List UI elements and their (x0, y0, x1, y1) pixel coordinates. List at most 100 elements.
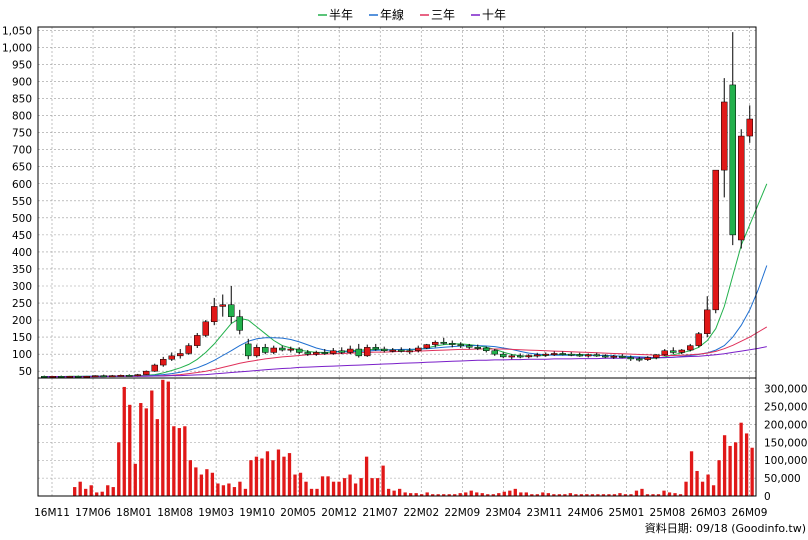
candle-body (466, 345, 473, 348)
candle-body (347, 348, 354, 353)
volume-bar (100, 491, 104, 496)
candle-body (457, 344, 464, 347)
candle-body (449, 342, 456, 345)
volume-bar (425, 492, 429, 496)
candle-body (559, 353, 566, 355)
candle-body (627, 357, 634, 360)
candle-body (372, 347, 379, 350)
candle-body (508, 355, 515, 358)
volume-bar (199, 474, 204, 496)
volume-bar (331, 481, 336, 496)
volume-bar (733, 442, 738, 496)
volume-bar (78, 481, 82, 496)
price-tick-label: 1,050 (2, 25, 32, 37)
candle-body (406, 350, 413, 353)
candle-body (253, 347, 260, 357)
volume-bar (221, 485, 226, 496)
candle-body (602, 355, 609, 358)
volume-bar (304, 481, 308, 496)
volume-bar (337, 481, 341, 496)
candle-body (245, 343, 252, 357)
price-tick-label: 1,000 (2, 42, 32, 54)
volume-bar (315, 488, 319, 496)
volume-bar (166, 381, 170, 496)
volume-bar (298, 472, 303, 496)
volume-bar (700, 481, 705, 496)
price-tick-label: 650 (12, 162, 32, 174)
x-tick-label: 23M04 (485, 507, 521, 519)
candle-body (576, 354, 583, 357)
candle-body (551, 353, 558, 355)
volume-tick-label: 100,000 (764, 455, 807, 467)
candle-body (712, 169, 719, 311)
volume-bar (359, 478, 363, 496)
volume-bar (375, 478, 380, 496)
candle-body (483, 347, 490, 351)
x-tick-label: 20M05 (280, 507, 316, 519)
volume-bar (106, 485, 110, 496)
candle-body (75, 376, 82, 378)
volume-bar (249, 460, 253, 496)
candle-body (134, 374, 141, 377)
candle-body (338, 350, 345, 353)
candle-body (525, 355, 532, 358)
volume-bar (475, 492, 479, 496)
candle-body (313, 352, 320, 355)
volume-bar (722, 435, 727, 496)
volume-y-axis: 0 50,000 100,000 150,000 200,000 250,000 300,0… (764, 384, 807, 503)
candle-body (746, 118, 753, 137)
candle-body (262, 347, 269, 353)
source-caption: 資料日期: 09/18 (Goodinfo.tw) (645, 521, 806, 535)
volume-bar (265, 451, 270, 496)
volume-bar (502, 491, 506, 496)
volume-bar (469, 490, 473, 496)
candle-body (423, 344, 430, 349)
candle-body (661, 350, 668, 356)
volume-bar (84, 488, 88, 496)
volume-bar (706, 474, 710, 496)
volume-bar (403, 492, 407, 496)
volume-bar (541, 492, 545, 496)
candle-body (83, 376, 90, 378)
volume-bar (370, 478, 374, 496)
x-tick-label: 26M03 (691, 507, 727, 519)
volume-bar (243, 488, 248, 496)
candle-body (610, 355, 617, 358)
candle-body (321, 352, 328, 354)
volume-bar (739, 422, 743, 496)
candle-body (491, 350, 498, 355)
volume-bar (161, 379, 165, 496)
candle-body (568, 353, 575, 356)
candle-body (678, 349, 685, 353)
candle-body (440, 341, 447, 344)
candle-body (228, 304, 235, 317)
candle-body (270, 347, 277, 353)
price-tick-label: 150 (12, 332, 32, 344)
stock-chart: 半年 年線 三年 十年 50 100 150 200 250 300 350 400 450 500 55… (2, 7, 807, 535)
volume-bar (386, 488, 391, 496)
moving-average-lines (44, 183, 768, 378)
candle-body (202, 321, 209, 336)
volume-bar (662, 490, 666, 496)
candle-body (364, 347, 371, 357)
candle-body (219, 304, 226, 307)
candle-body (92, 375, 99, 378)
volume-bar (309, 488, 314, 496)
x-tick-label: 25M01 (609, 507, 645, 519)
legend-label-2: 三年 (431, 8, 455, 22)
candle-body (151, 364, 158, 372)
volume-tick-label: 0 (764, 491, 771, 503)
ma-line-1 (44, 265, 768, 378)
x-tick-label: 22M09 (444, 507, 480, 519)
x-tick-label: 19M10 (239, 507, 275, 519)
volume-tick-label: 200,000 (764, 419, 807, 431)
x-tick-label: 26M09 (732, 507, 768, 519)
volume-bar (326, 476, 330, 496)
volume-bar (194, 467, 198, 496)
x-axis: 16M11 17M06 18M01 18M08 19M03 19M10 20M05 20M12… (34, 507, 767, 519)
candle-body (126, 375, 133, 377)
volume-bar (342, 478, 347, 496)
volume-tick-label: 50,000 (764, 473, 801, 485)
price-tick-label: 400 (12, 247, 32, 259)
candle-body (593, 354, 600, 357)
